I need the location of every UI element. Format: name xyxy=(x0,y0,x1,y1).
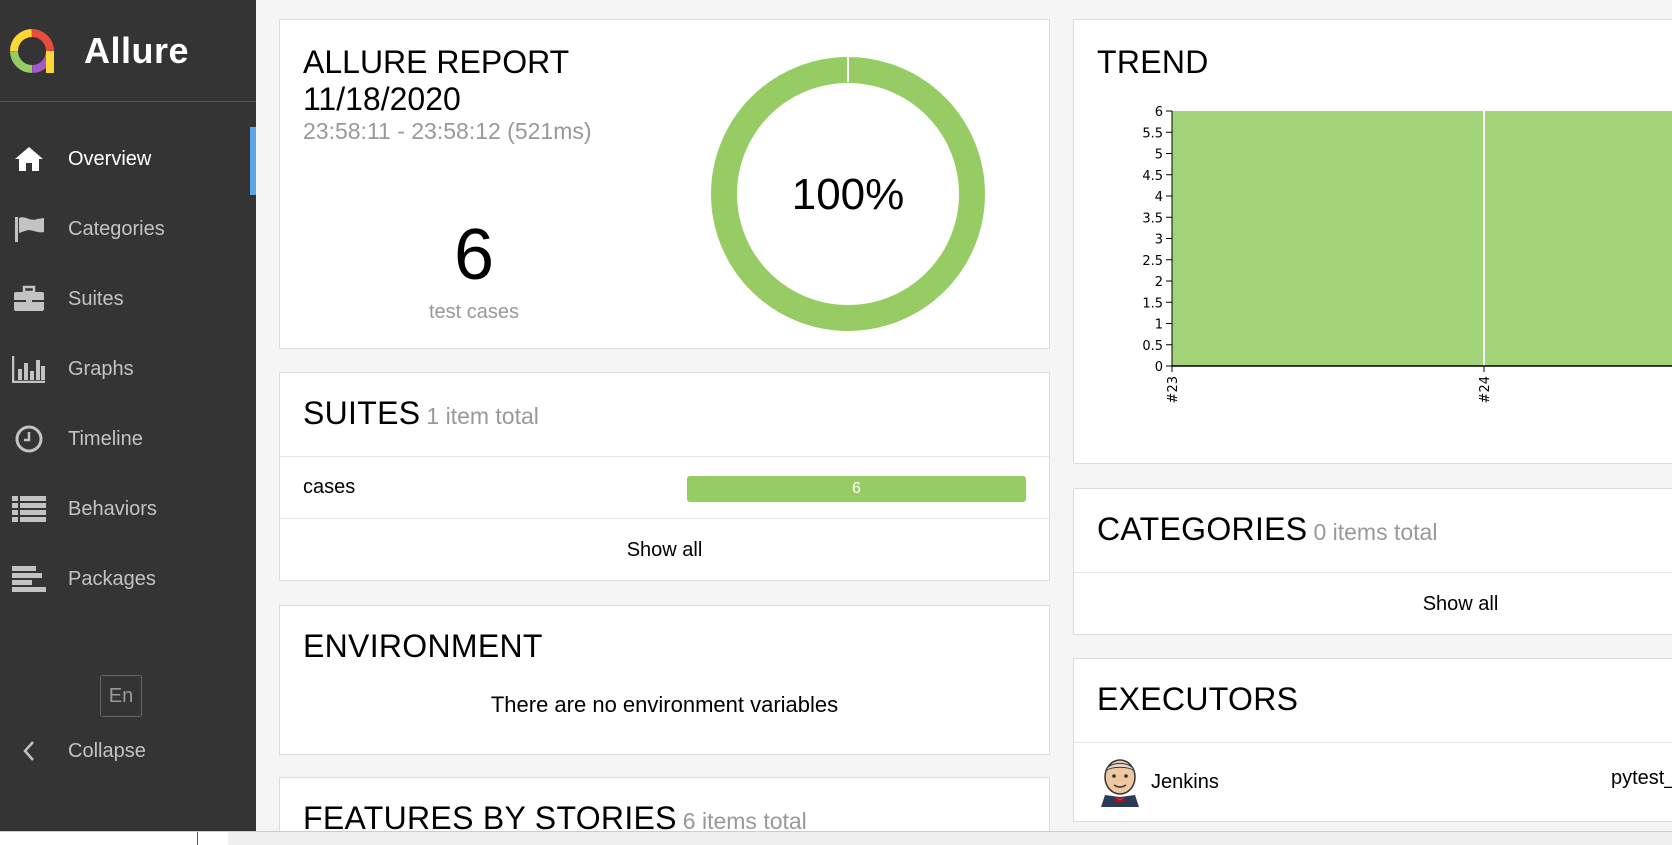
trend-y-tick-label: 4 xyxy=(1155,190,1163,205)
sidebar-item-behaviors[interactable]: Behaviors xyxy=(0,474,256,544)
trend-y-tick-label: 3 xyxy=(1155,233,1163,248)
executors-title: EXECUTORS xyxy=(1097,681,1299,717)
scrollbar-track[interactable] xyxy=(228,832,1672,845)
sidebar-item-label: Timeline xyxy=(68,427,143,450)
trend-widget: TREND 0 0.5 1 1.5 2 2.5 3 3.5 4 4.5 5 5.5 6 #23 #24 xyxy=(1073,19,1672,464)
scrollbar-divider xyxy=(197,832,198,845)
align-left-icon xyxy=(12,562,46,596)
suite-passed-bar: 6 xyxy=(687,476,1026,502)
trend-y-tick-label: 0.5 xyxy=(1142,339,1163,354)
categories-widget: CATEGORIES 0 items total Show all xyxy=(1073,488,1672,635)
trend-y-tick-label: 2 xyxy=(1155,275,1163,290)
sidebar-item-label: Suites xyxy=(68,287,124,310)
executors-widget: EXECUTORS Jenkins pytest_ xyxy=(1073,658,1672,822)
home-icon xyxy=(12,142,46,176)
horizontal-scrollbar[interactable] xyxy=(0,831,1672,845)
categories-title: CATEGORIES xyxy=(1097,511,1308,547)
executor-name: Jenkins xyxy=(1151,770,1219,793)
trend-area xyxy=(1172,111,1672,366)
categories-header: CATEGORIES 0 items total xyxy=(1074,489,1672,573)
trend-y-tick-label: 1.5 xyxy=(1142,296,1163,311)
sidebar-item-timeline[interactable]: Timeline xyxy=(0,404,256,474)
sidebar: Allure Overview Categories Suites Graphs… xyxy=(0,0,256,831)
sidebar-item-label: Packages xyxy=(68,567,156,590)
suites-header: SUITES 1 item total xyxy=(280,373,1049,457)
environment-title: ENVIRONMENT xyxy=(303,628,543,664)
bar-chart-icon xyxy=(12,352,46,386)
executor-build-link[interactable]: pytest_ xyxy=(1611,767,1672,790)
trend-y-tick-label: 1 xyxy=(1155,318,1163,333)
trend-y-tick-label: 5.5 xyxy=(1142,126,1163,141)
suites-show-all-link[interactable]: Show all xyxy=(280,519,1049,581)
suites-widget: SUITES 1 item total cases 6 Show all xyxy=(279,372,1050,581)
suites-title: SUITES xyxy=(303,395,421,431)
summary-widget: ALLURE REPORT 11/18/2020 23:58:11 - 23:5… xyxy=(279,19,1050,349)
report-title-line1: ALLURE REPORT xyxy=(303,44,570,80)
trend-y-tick-label: 3.5 xyxy=(1142,211,1163,226)
trend-y-tick-label: 0 xyxy=(1155,360,1163,375)
executor-row[interactable]: Jenkins pytest_ xyxy=(1074,743,1672,821)
sidebar-nav: Overview Categories Suites Graphs Timeli… xyxy=(0,124,256,614)
list-icon xyxy=(12,492,46,526)
brand[interactable]: Allure xyxy=(0,0,256,102)
clock-icon xyxy=(12,422,46,456)
briefcase-icon xyxy=(12,282,46,316)
language-button[interactable]: En xyxy=(100,675,142,717)
environment-empty-text: There are no environment variables xyxy=(490,692,839,717)
sidebar-item-overview[interactable]: Overview xyxy=(0,124,256,195)
table-row[interactable]: cases 6 xyxy=(280,457,1049,519)
trend-x-tick-label: #24 xyxy=(1478,376,1493,403)
environment-widget: ENVIRONMENT There are no environment var… xyxy=(279,605,1050,755)
flag-icon xyxy=(12,212,46,246)
sidebar-item-suites[interactable]: Suites xyxy=(0,264,256,334)
sidebar-item-categories[interactable]: Categories xyxy=(0,194,256,264)
jenkins-avatar-icon xyxy=(1101,759,1139,807)
test-case-count: 6 xyxy=(453,215,495,295)
sidebar-item-label: Overview xyxy=(68,147,152,170)
brand-name: Allure xyxy=(84,29,190,71)
trend-y-tick-label: 4.5 xyxy=(1142,169,1163,184)
sidebar-item-packages[interactable]: Packages xyxy=(0,544,256,614)
report-date: 11/18/2020 xyxy=(303,81,461,117)
suite-name: cases xyxy=(303,476,356,498)
allure-logo-icon xyxy=(10,28,54,73)
active-indicator xyxy=(250,127,256,195)
report-title: ALLURE REPORT 11/18/2020 xyxy=(303,44,569,118)
collapse-label: Collapse xyxy=(68,739,146,762)
chevron-left-icon xyxy=(12,734,46,768)
sidebar-item-label: Behaviors xyxy=(68,497,157,520)
report-time-range: 23:58:11 - 23:58:12 (521ms) xyxy=(303,118,592,144)
sidebar-item-label: Graphs xyxy=(68,357,134,380)
categories-count: 0 items total xyxy=(1313,519,1438,545)
categories-show-all-link[interactable]: Show all xyxy=(1074,573,1672,635)
trend-x-tick-label: #23 xyxy=(1166,376,1181,403)
sidebar-item-graphs[interactable]: Graphs xyxy=(0,334,256,404)
trend-y-tick-label: 6 xyxy=(1155,105,1163,120)
trend-y-tick-label: 5 xyxy=(1155,148,1163,163)
collapse-button[interactable]: Collapse xyxy=(0,731,256,771)
pass-rate-label: 100% xyxy=(792,170,905,219)
trend-chart[interactable]: 0 0.5 1 1.5 2 2.5 3 3.5 4 4.5 5 5.5 6 #23 #24 xyxy=(1074,20,1672,465)
trend-y-tick-label: 2.5 xyxy=(1142,254,1163,269)
test-case-count-label: test cases xyxy=(428,301,520,323)
sidebar-item-label: Categories xyxy=(68,217,165,240)
pass-rate-donut[interactable]: 100% xyxy=(710,56,986,332)
suites-count: 1 item total xyxy=(426,403,539,429)
environment-header: ENVIRONMENT xyxy=(280,606,1049,676)
executors-header: EXECUTORS xyxy=(1074,659,1672,743)
